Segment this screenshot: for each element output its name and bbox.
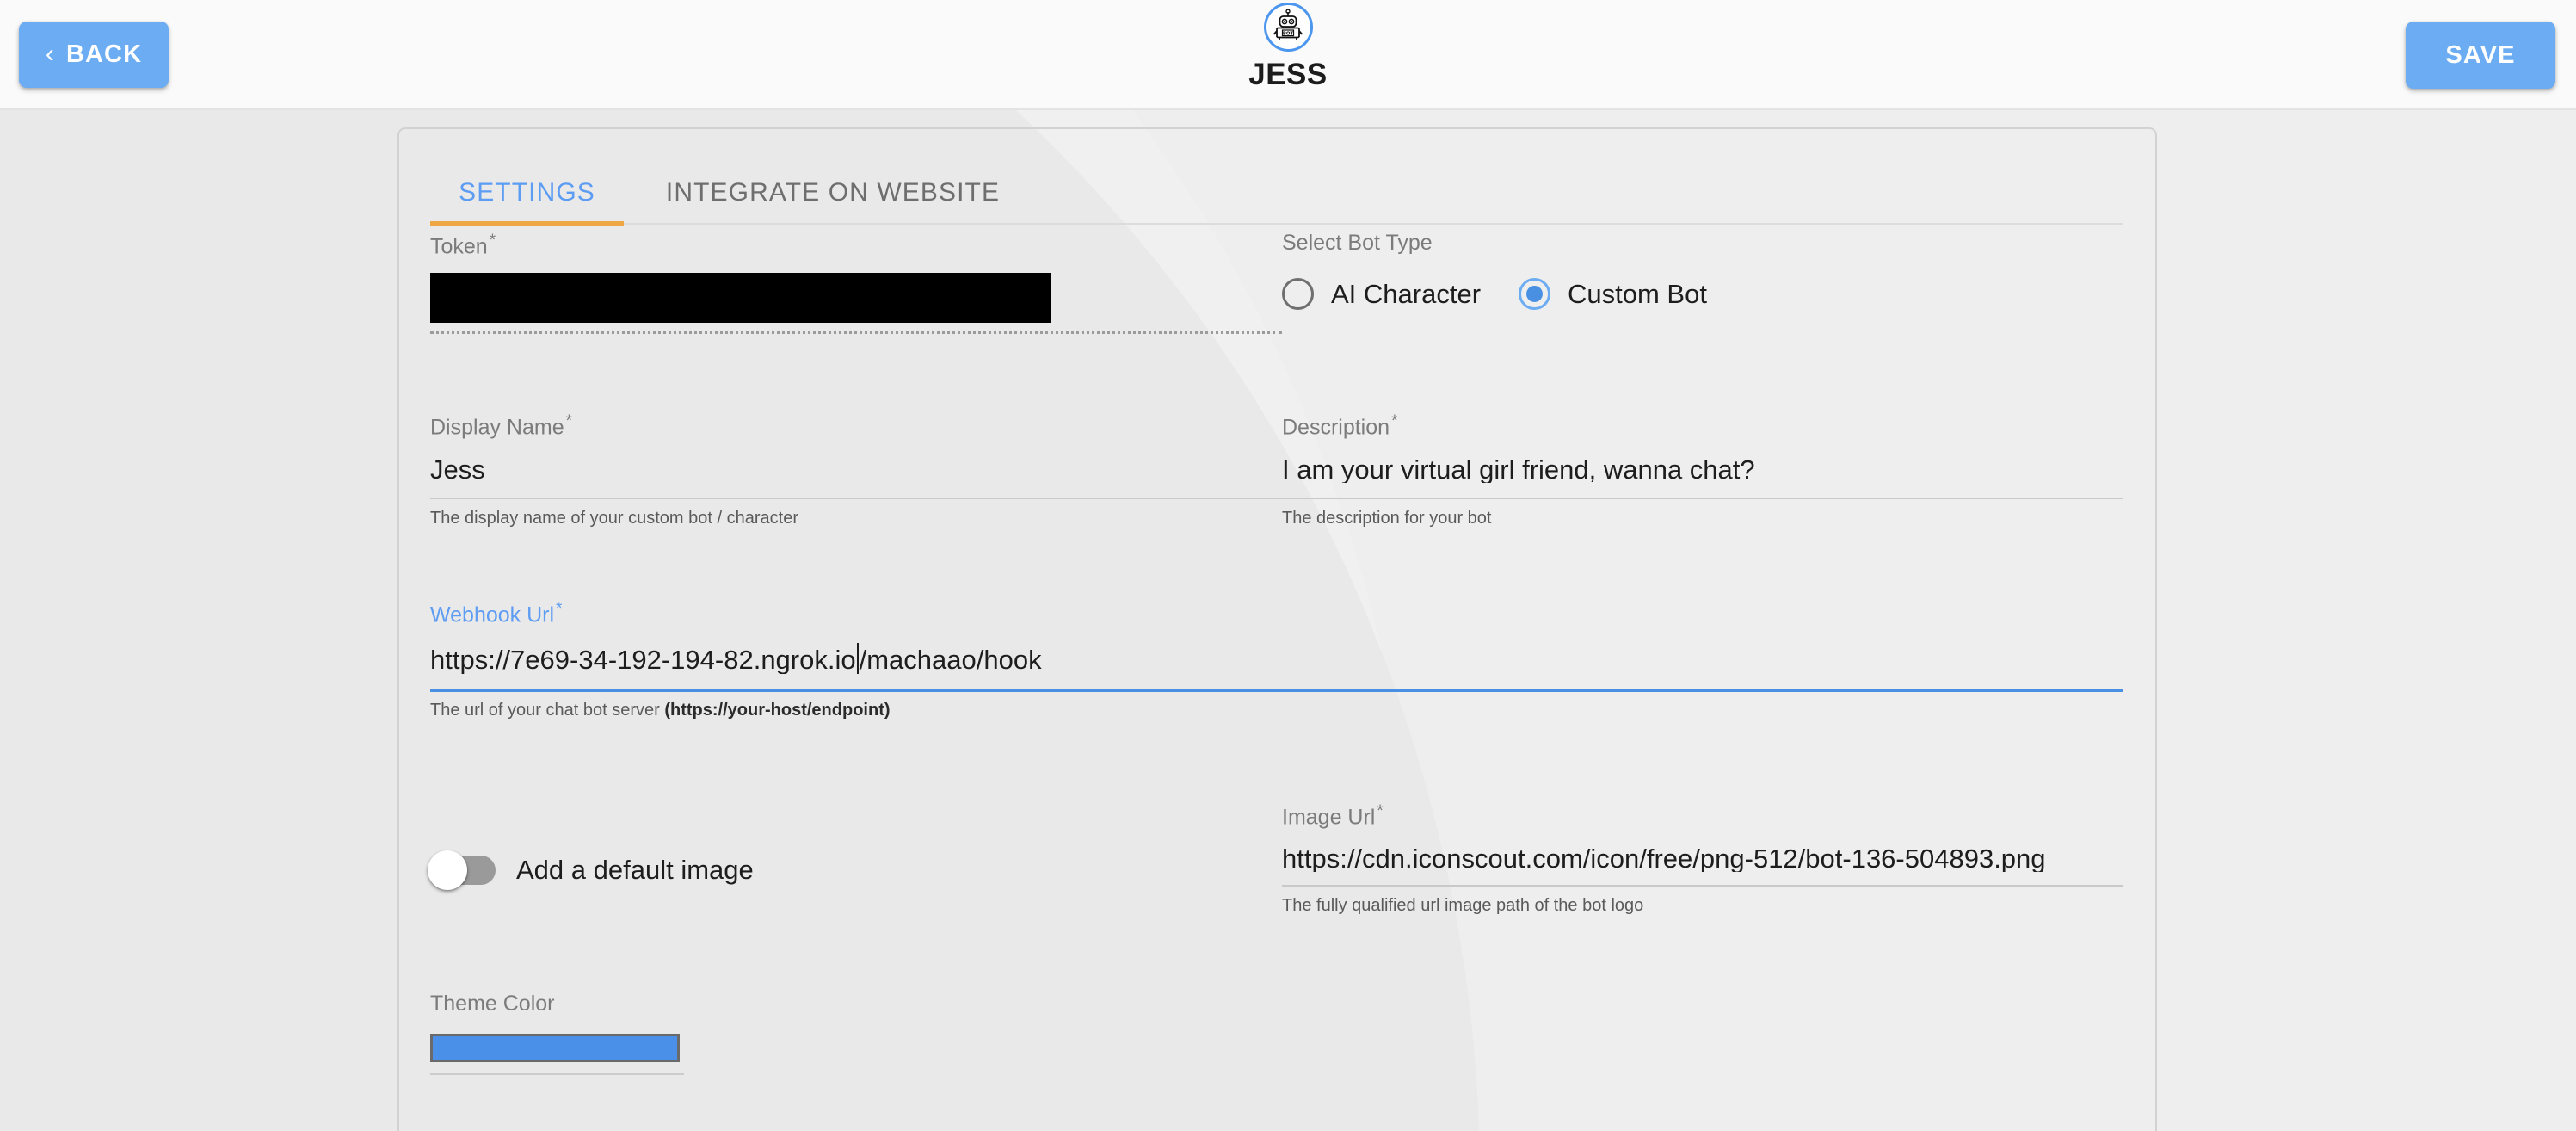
form-row-name-description: Display Name * Jess The display name of y… <box>430 413 2123 528</box>
display-name-field-wrapper: Display Name * Jess The display name of y… <box>430 413 1282 528</box>
display-name-required-mark: * <box>565 412 573 431</box>
theme-color-field-wrapper: Theme Color <box>430 992 2123 1076</box>
image-url-label: Image Url * <box>1282 803 2123 828</box>
token-required-mark: * <box>489 232 496 250</box>
bot-type-radio-group: AI Character Custom Bot <box>1282 278 2123 310</box>
description-field-wrapper: Description * I am your virtual girl frie… <box>1282 413 2123 528</box>
form-row-token-bottype: Token * Select Bot Type AI Character Cus… <box>430 232 2123 335</box>
default-image-toggle-row[interactable]: Add a default image <box>428 850 1282 890</box>
radio-custom-bot-label: Custom Bot <box>1568 278 1707 309</box>
tab-integrate-on-website[interactable]: INTEGRATE ON WEBSITE <box>665 161 1001 225</box>
webhook-url-hint-plain: The url of your chat bot server <box>430 700 665 720</box>
description-hint: The description for your bot <box>1282 508 1492 528</box>
text-cursor <box>856 642 859 674</box>
token-field: Token * <box>430 232 1282 335</box>
bot-type-wrapper: Select Bot Type AI Character Custom Bot <box>1282 232 2123 334</box>
save-button-label: SAVE <box>2445 40 2516 69</box>
display-name-label: Display Name * <box>430 413 1282 438</box>
tab-settings-label: SETTINGS <box>459 178 595 207</box>
top-app-bar: ‹ BACK BOT JESS SAVE <box>0 0 2576 110</box>
settings-form: Token * Select Bot Type AI Character Cus… <box>428 232 2123 1076</box>
token-input-redacted[interactable] <box>430 273 1051 324</box>
bot-robot-icon: BOT <box>1263 3 1313 52</box>
form-row-image: Add a default image Image Url * https://c… <box>428 803 2123 914</box>
token-field-wrapper: Token * <box>430 232 1282 335</box>
bot-type-label: Select Bot Type <box>1282 231 1433 255</box>
description-label: Description * <box>1282 413 2123 438</box>
token-label-text: Token <box>430 234 488 259</box>
radio-ai-character-label: AI Character <box>1331 278 1482 309</box>
token-underline <box>430 331 1282 335</box>
tab-bar: SETTINGS INTEGRATE ON WEBSITE <box>430 161 2123 226</box>
display-name-input[interactable]: Jess <box>430 456 1282 483</box>
theme-color-label: Theme Color <box>430 992 555 1017</box>
webhook-url-value-after-caret: /machaao/hook <box>859 644 1042 674</box>
image-url-field-wrapper: Image Url * https://cdn.iconscout.com/ico… <box>1282 803 2123 914</box>
save-button[interactable]: SAVE <box>2406 22 2555 89</box>
tab-settings[interactable]: SETTINGS <box>430 161 624 226</box>
display-name-hint: The display name of your custom bot / ch… <box>430 508 798 528</box>
description-required-mark: * <box>1391 412 1398 431</box>
radio-ai-character[interactable]: AI Character <box>1282 278 1519 310</box>
token-label: Token * <box>430 232 1282 257</box>
default-image-toggle-wrapper: Add a default image <box>428 803 1282 914</box>
description-label-text: Description <box>1282 415 1390 440</box>
radio-unchecked-icon <box>1282 278 1314 310</box>
default-image-toggle-label: Add a default image <box>516 854 754 885</box>
svg-text:BOT: BOT <box>1283 31 1294 36</box>
webhook-url-field-wrapper: Webhook Url * https://7e69-34-192-194-82.… <box>430 601 2123 719</box>
page-title: JESS <box>1248 58 1328 91</box>
theme-color-underline <box>430 1073 684 1076</box>
image-url-hint: The fully qualified url image path of th… <box>1282 896 1644 916</box>
webhook-url-label: Webhook Url * <box>430 601 2123 626</box>
theme-color-swatch[interactable] <box>430 1034 680 1063</box>
webhook-url-input[interactable]: https://7e69-34-192-194-82.ngrok.io/mach… <box>430 642 2123 674</box>
image-url-input[interactable]: https://cdn.iconscout.com/icon/free/png-… <box>1282 845 2123 872</box>
webhook-url-required-mark: * <box>556 599 563 618</box>
toggle-knob <box>428 850 467 890</box>
webhook-url-label-text: Webhook Url <box>430 602 555 627</box>
webhook-url-hint-bold: (https://your-host/endpoint) <box>664 700 891 720</box>
brand-block: BOT JESS <box>0 3 2576 92</box>
default-image-toggle[interactable] <box>428 850 496 890</box>
webhook-url-value-before-caret: https://7e69-34-192-194-82.ngrok.io <box>430 644 856 674</box>
display-name-label-text: Display Name <box>430 415 564 440</box>
webhook-url-hint: The url of your chat bot server (https:/… <box>430 701 2123 719</box>
radio-checked-icon <box>1519 278 1550 310</box>
image-url-required-mark: * <box>1377 801 1384 820</box>
radio-dot <box>1526 286 1543 302</box>
radio-custom-bot[interactable]: Custom Bot <box>1519 278 1707 310</box>
settings-card: SETTINGS INTEGRATE ON WEBSITE Token * Se… <box>397 127 2157 1131</box>
image-url-label-text: Image Url <box>1282 805 1376 830</box>
tab-integrate-label: INTEGRATE ON WEBSITE <box>665 178 1001 207</box>
description-input[interactable]: I am your virtual girl friend, wanna cha… <box>1282 456 2123 483</box>
